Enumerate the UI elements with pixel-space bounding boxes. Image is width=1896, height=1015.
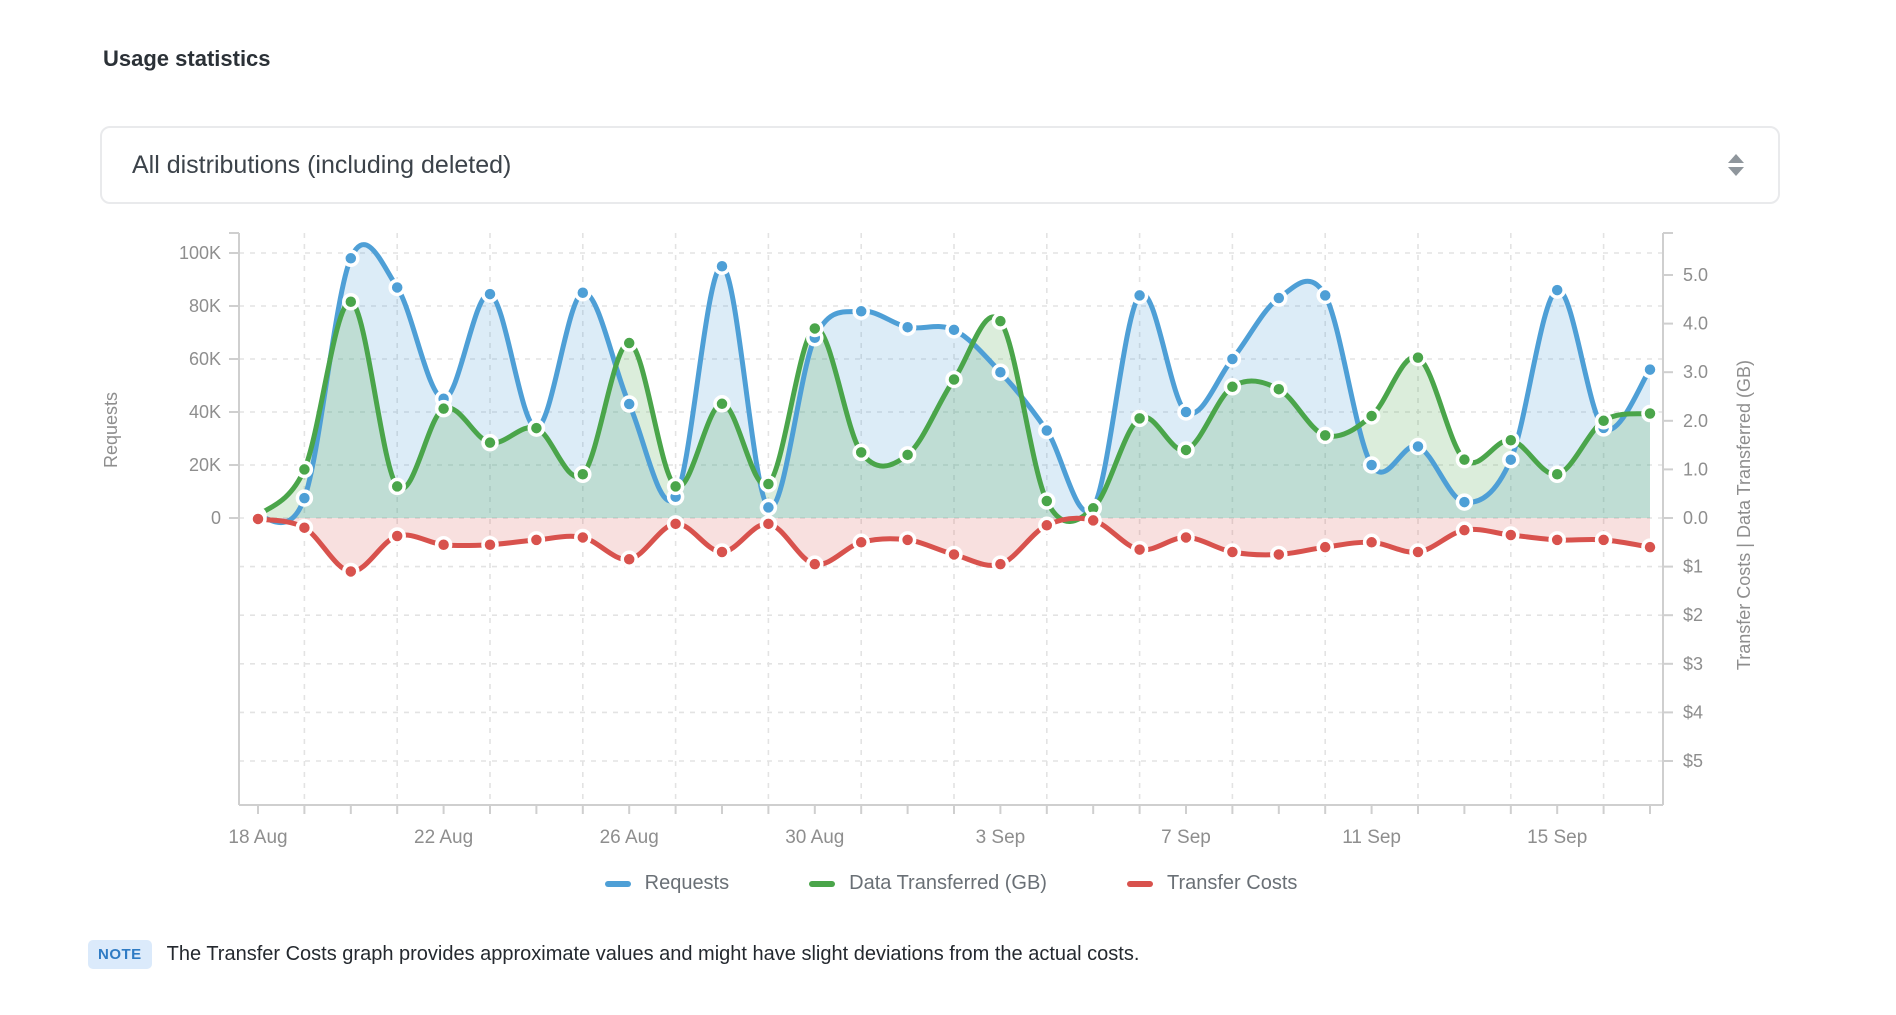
svg-text:$2: $2 — [1683, 605, 1703, 625]
svg-text:4.0: 4.0 — [1683, 314, 1708, 334]
note-text: The Transfer Costs graph provides approx… — [167, 943, 1140, 966]
legend-label: Data Transferred (GB) — [849, 872, 1047, 895]
svg-text:2.0: 2.0 — [1683, 411, 1708, 431]
svg-text:80K: 80K — [189, 296, 221, 316]
svg-text:Transfer Costs | Data Transfer: Transfer Costs | Data Transferred (GB) — [1734, 360, 1754, 670]
legend-item-transfer-costs[interactable]: Transfer Costs — [1127, 872, 1297, 895]
legend-item-data-transferred[interactable]: Data Transferred (GB) — [809, 872, 1047, 895]
svg-text:26 Aug: 26 Aug — [600, 827, 659, 848]
transfer-costs-legend-dash-icon — [1127, 881, 1153, 887]
svg-text:60K: 60K — [189, 349, 221, 369]
svg-text:$4: $4 — [1683, 702, 1703, 722]
arrow-down-icon — [1728, 167, 1744, 176]
requests-legend-dash-icon — [605, 881, 631, 887]
svg-text:0: 0 — [211, 508, 221, 528]
svg-text:7 Sep: 7 Sep — [1161, 827, 1211, 848]
legend-item-requests[interactable]: Requests — [605, 872, 730, 895]
svg-text:$5: $5 — [1683, 751, 1703, 771]
select-arrows-icon — [1728, 154, 1744, 176]
svg-text:20K: 20K — [189, 455, 221, 475]
svg-text:1.0: 1.0 — [1683, 459, 1708, 479]
distribution-filter-dropdown[interactable]: All distributions (including deleted) — [100, 126, 1780, 204]
svg-text:30 Aug: 30 Aug — [785, 827, 844, 848]
usage-statistics-panel: 100K 80K 60K 40K 20K 0 5.0 4.0 3.0 2.0 1.0 0.0 $1 $2 $… — [0, 0, 1896, 1010]
svg-text:$3: $3 — [1683, 654, 1703, 674]
svg-text:100K: 100K — [179, 243, 221, 263]
svg-text:15 Sep: 15 Sep — [1527, 827, 1587, 848]
svg-text:3 Sep: 3 Sep — [976, 827, 1026, 848]
arrow-up-icon — [1728, 154, 1744, 163]
svg-text:0.0: 0.0 — [1683, 508, 1708, 528]
svg-text:Requests: Requests — [101, 392, 121, 468]
data-transferred-legend-dash-icon — [809, 881, 835, 887]
legend-label: Requests — [645, 872, 730, 895]
svg-text:18 Aug: 18 Aug — [228, 827, 287, 848]
svg-text:40K: 40K — [189, 402, 221, 422]
svg-text:22 Aug: 22 Aug — [414, 827, 473, 848]
legend-label: Transfer Costs — [1167, 872, 1297, 895]
svg-text:5.0: 5.0 — [1683, 265, 1708, 285]
page-title: Usage statistics — [103, 46, 271, 72]
svg-text:$1: $1 — [1683, 557, 1703, 577]
note-row: NOTE The Transfer Costs graph provides a… — [88, 940, 1139, 969]
chart-legend: Requests Data Transferred (GB) Transfer … — [239, 872, 1663, 895]
svg-text:3.0: 3.0 — [1683, 362, 1708, 382]
svg-text:11 Sep: 11 Sep — [1342, 827, 1401, 848]
note-badge: NOTE — [88, 940, 152, 969]
distribution-filter-value: All distributions (including deleted) — [132, 151, 511, 180]
